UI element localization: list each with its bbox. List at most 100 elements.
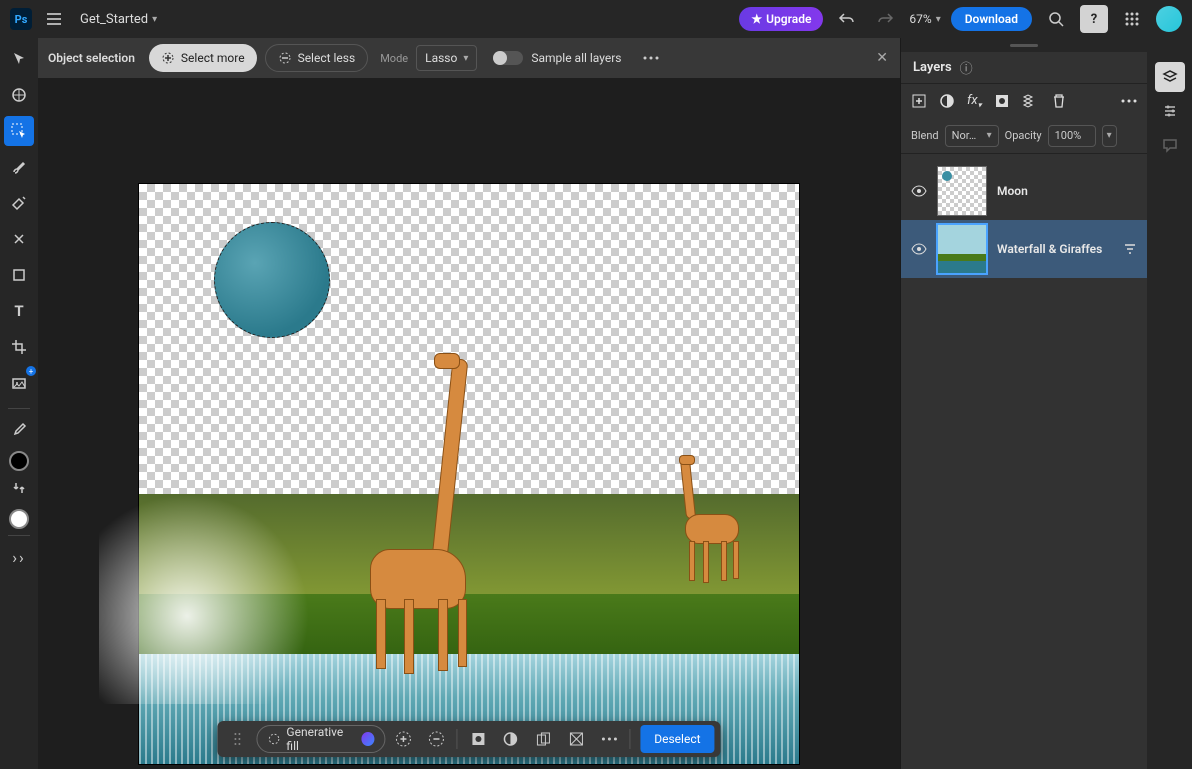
- upgrade-button[interactable]: ★ Upgrade: [739, 7, 823, 31]
- drag-handle-icon[interactable]: [223, 724, 252, 754]
- more-tools-button[interactable]: ››: [4, 542, 34, 572]
- document-canvas[interactable]: [139, 184, 799, 764]
- right-collapsed-strip: [1147, 38, 1192, 769]
- generative-fill-label: Generative fill: [286, 725, 355, 753]
- apps-grid-button[interactable]: [1118, 5, 1146, 33]
- subtract-from-selection-button[interactable]: [422, 724, 451, 754]
- new-layer-button[interactable]: [911, 93, 927, 109]
- panel-grip[interactable]: [901, 38, 1147, 52]
- adjustment-button[interactable]: [497, 724, 526, 754]
- app-topbar: Ps Get_Started ▾ ★ Upgrade 67% ▾ Downloa…: [0, 0, 1192, 38]
- blend-label: Blend: [911, 129, 939, 142]
- document-name-label: Get_Started: [80, 12, 148, 27]
- object-selection-tool[interactable]: [4, 116, 34, 146]
- opacity-dropdown[interactable]: 100%: [1048, 125, 1096, 147]
- layer-row-waterfall[interactable]: Waterfall & Giraffes: [901, 220, 1147, 278]
- move-tool[interactable]: [4, 44, 34, 74]
- zoom-dropdown[interactable]: 67% ▾: [909, 12, 940, 26]
- chevron-down-icon: ▾: [987, 130, 992, 141]
- mask-layer-button[interactable]: [994, 93, 1010, 109]
- chevron-down-icon: ▾: [463, 53, 468, 64]
- opacity-stepper[interactable]: ▾: [1102, 125, 1117, 147]
- properties-panel-toggle[interactable]: [1155, 96, 1185, 126]
- deselect-button[interactable]: Deselect: [640, 725, 714, 753]
- moon-selection: [214, 222, 330, 338]
- canvas-area: Object selection Select more Select less…: [38, 38, 900, 769]
- clone-stamp-tool[interactable]: [4, 224, 34, 254]
- chevron-down-icon: ▾: [152, 14, 157, 25]
- zoom-value: 67%: [909, 12, 931, 26]
- visibility-toggle[interactable]: [911, 183, 927, 199]
- close-options-button[interactable]: ✕: [876, 50, 888, 66]
- upgrade-label: Upgrade: [766, 12, 811, 26]
- select-less-label: Select less: [298, 51, 356, 65]
- hamburger-menu-icon[interactable]: [46, 11, 62, 27]
- mode-value: Lasso: [425, 51, 457, 65]
- smart-filter-icon[interactable]: [1123, 242, 1137, 256]
- copy-layer-button[interactable]: [529, 724, 558, 754]
- blend-mode-dropdown[interactable]: Nor… ▾: [945, 125, 999, 147]
- layers-panel-toggle[interactable]: [1155, 62, 1185, 92]
- giraffe-large: [364, 359, 484, 689]
- background-color-swatch[interactable]: [9, 509, 29, 529]
- divider: [629, 729, 630, 749]
- effects-button[interactable]: fx▾: [967, 93, 982, 110]
- swap-colors-button[interactable]: [4, 473, 34, 503]
- layer-row-moon[interactable]: Moon: [901, 162, 1147, 220]
- delete-layer-button[interactable]: [1052, 93, 1066, 109]
- comments-panel-toggle[interactable]: [1155, 130, 1185, 160]
- panel-more-button[interactable]: [1121, 99, 1137, 103]
- text-tool[interactable]: T: [4, 296, 34, 326]
- crop-tool[interactable]: [4, 332, 34, 362]
- opacity-label: Opacity: [1005, 129, 1042, 142]
- mask-button[interactable]: [464, 724, 493, 754]
- spot-heal-tool[interactable]: [4, 188, 34, 218]
- eyedropper-tool[interactable]: [4, 415, 34, 445]
- contextual-task-bar: Generative fill Deselect: [217, 721, 720, 757]
- undo-button[interactable]: [833, 5, 861, 33]
- search-button[interactable]: [1042, 5, 1070, 33]
- generative-fill-button[interactable]: Generative fill: [256, 725, 385, 753]
- layer-thumbnail[interactable]: [937, 166, 987, 216]
- divider: [8, 408, 30, 409]
- plus-target-icon: [161, 51, 175, 65]
- layer-thumbnail[interactable]: [937, 224, 987, 274]
- sample-all-layers-toggle[interactable]: [493, 51, 523, 65]
- mode-dropdown[interactable]: Lasso ▾: [416, 45, 477, 71]
- giraffe-small: [679, 459, 749, 589]
- transform-tool[interactable]: [4, 80, 34, 110]
- app-logo: Ps: [10, 8, 32, 30]
- foreground-color-swatch[interactable]: [9, 451, 29, 471]
- info-icon[interactable]: ⓘ: [960, 58, 973, 77]
- remove-background-button[interactable]: [562, 724, 591, 754]
- layers-list: Moon Waterfall & Giraffes: [901, 154, 1147, 769]
- options-bar: Object selection Select more Select less…: [38, 38, 900, 78]
- layer-name-label: Moon: [997, 184, 1028, 198]
- brush-tool[interactable]: [4, 152, 34, 182]
- star-icon: ★: [751, 12, 762, 26]
- select-less-button[interactable]: Select less: [265, 44, 369, 72]
- help-icon: ?: [1091, 12, 1097, 27]
- mode-label: Mode: [380, 52, 408, 65]
- minus-target-icon: [278, 51, 292, 65]
- add-to-selection-button[interactable]: [390, 724, 419, 754]
- help-button[interactable]: ?: [1080, 5, 1108, 33]
- sample-all-label: Sample all layers: [531, 51, 621, 65]
- rectangle-tool[interactable]: [4, 260, 34, 290]
- group-layers-button[interactable]: [1022, 93, 1040, 109]
- redo-button[interactable]: [871, 5, 899, 33]
- sparkle-icon: [267, 732, 280, 746]
- visibility-toggle[interactable]: [911, 241, 927, 257]
- user-avatar[interactable]: [1156, 6, 1182, 32]
- ai-badge-icon: [361, 732, 374, 746]
- place-image-tool[interactable]: +: [4, 368, 34, 398]
- more-actions-button[interactable]: [595, 724, 624, 754]
- document-name-dropdown[interactable]: Get_Started ▾: [80, 12, 157, 27]
- download-button[interactable]: Download: [951, 7, 1032, 31]
- select-more-button[interactable]: Select more: [149, 44, 257, 72]
- tool-name-label: Object selection: [48, 51, 135, 65]
- panel-title: Layers: [913, 60, 952, 75]
- layer-name-label: Waterfall & Giraffes: [997, 242, 1102, 256]
- adjustment-layer-button[interactable]: [939, 93, 955, 109]
- more-options-button[interactable]: [637, 44, 665, 72]
